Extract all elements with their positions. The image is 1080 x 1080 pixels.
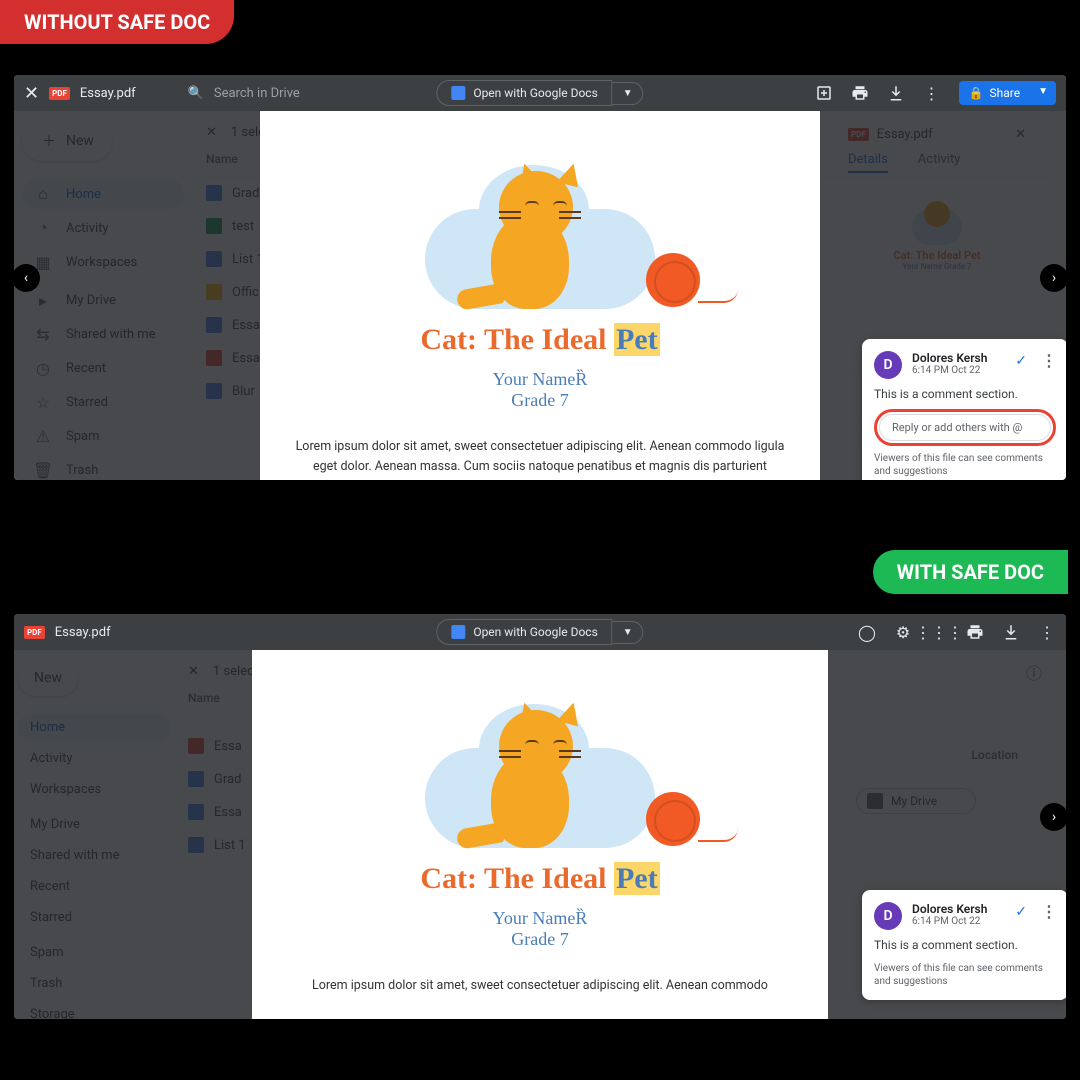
google-docs-icon bbox=[451, 86, 465, 100]
download-icon[interactable] bbox=[1002, 623, 1020, 641]
highlighted-text: Pet bbox=[614, 862, 660, 895]
preview-topbar: PDF Essay.pdf Open with Google Docs ▼ ◯ … bbox=[14, 614, 1066, 650]
preview-filename: Essay.pdf bbox=[80, 86, 136, 101]
download-icon[interactable] bbox=[887, 84, 905, 102]
more-icon[interactable]: ⋮ bbox=[923, 84, 941, 102]
reply-field-highlight: Reply or add others with @ bbox=[874, 409, 1056, 446]
document-preview: Cat: The Ideal Pet Your NameȐ Grade 7 Lo… bbox=[260, 111, 820, 480]
document-author: Your NameȐ bbox=[493, 369, 588, 390]
search-icon: 🔍 bbox=[188, 86, 204, 101]
avatar: D bbox=[874, 902, 902, 930]
screenshot-with-safedoc: New Home Activity Workspaces My Drive Sh… bbox=[14, 614, 1066, 1019]
print-icon[interactable] bbox=[851, 84, 869, 102]
open-with-button[interactable]: Open with Google Docs bbox=[436, 619, 612, 645]
comment-more-icon[interactable]: ⋮ bbox=[1041, 351, 1056, 370]
document-grade: Grade 7 bbox=[511, 929, 568, 950]
comment-timestamp: 6:14 PM Oct 22 bbox=[912, 916, 987, 927]
badge-with-safedoc: WITH SAFE DOC bbox=[873, 550, 1068, 594]
pdf-icon: PDF bbox=[24, 626, 45, 639]
next-page-button[interactable]: › bbox=[1040, 803, 1066, 831]
preview-topbar: ✕ PDF Essay.pdf 🔍 Search in Drive Open wi… bbox=[14, 75, 1066, 111]
avatar: D bbox=[874, 351, 902, 379]
comment-card: D Dolores Kersh6:14 PM Oct 22 ✓ ⋮ This is… bbox=[862, 339, 1066, 480]
open-with-label: Open with Google Docs bbox=[473, 86, 597, 100]
comment-text: This is a comment section. bbox=[874, 938, 1056, 952]
document-grade: Grade 7 bbox=[511, 390, 568, 411]
settings-icon[interactable]: ⚙ bbox=[894, 623, 912, 641]
badge-without-safedoc: WITHOUT SAFE DOC bbox=[0, 0, 234, 44]
pdf-icon: PDF bbox=[49, 87, 70, 100]
search-input[interactable]: 🔍 Search in Drive bbox=[188, 86, 300, 101]
add-to-drive-icon[interactable] bbox=[815, 84, 833, 102]
screenshot-without-safedoc: ＋New ⌂Home ◔Activity ▦Workspaces ▸My Dri… bbox=[14, 75, 1066, 480]
print-icon[interactable] bbox=[966, 623, 984, 641]
open-with-label: Open with Google Docs bbox=[473, 625, 597, 639]
share-button[interactable]: 🔒 Share bbox=[959, 81, 1031, 105]
commenter-name: Dolores Kersh bbox=[912, 902, 987, 916]
search-placeholder: Search in Drive bbox=[214, 86, 300, 101]
open-with-dropdown[interactable]: ▼ bbox=[613, 621, 644, 644]
share-dropdown[interactable]: ▼ bbox=[1030, 81, 1056, 105]
google-docs-icon bbox=[451, 625, 465, 639]
document-title: Cat: The Ideal Pet bbox=[420, 862, 659, 896]
apps-icon[interactable]: ⋮⋮⋮ bbox=[930, 623, 948, 641]
comment-text: This is a comment section. bbox=[874, 387, 1056, 401]
reply-input[interactable]: Reply or add others with @ bbox=[879, 414, 1051, 441]
share-label: Share bbox=[990, 86, 1021, 100]
comment-visibility-note: Viewers of this file can see comments an… bbox=[874, 962, 1056, 988]
document-preview: Cat: The Ideal Pet Your NameȐ Grade 7 Lo… bbox=[252, 650, 828, 1019]
open-with-dropdown[interactable]: ▼ bbox=[613, 82, 644, 105]
resolve-icon[interactable]: ✓ bbox=[1015, 904, 1027, 920]
lock-icon: 🔒 bbox=[969, 86, 984, 100]
document-body: Lorem ipsum dolor sit amet, sweet consec… bbox=[312, 976, 768, 996]
document-title: Cat: The Ideal Pet bbox=[420, 323, 659, 357]
more-icon[interactable]: ⋮ bbox=[1038, 623, 1056, 641]
comment-timestamp: 6:14 PM Oct 22 bbox=[912, 365, 987, 376]
comment-more-icon[interactable]: ⋮ bbox=[1041, 902, 1056, 921]
preview-filename: Essay.pdf bbox=[55, 625, 111, 640]
cat-illustration bbox=[420, 139, 660, 309]
cat-illustration bbox=[420, 678, 660, 848]
next-page-button[interactable]: › bbox=[1040, 264, 1066, 292]
commenter-name: Dolores Kersh bbox=[912, 351, 987, 365]
comment-visibility-note: Viewers of this file can see comments an… bbox=[874, 452, 1056, 478]
help-icon[interactable]: ◯ bbox=[858, 623, 876, 641]
document-author: Your NameȐ bbox=[493, 908, 588, 929]
resolve-icon[interactable]: ✓ bbox=[1015, 353, 1027, 369]
comment-card: D Dolores Kersh6:14 PM Oct 22 ✓ ⋮ This is… bbox=[862, 890, 1066, 1000]
highlighted-text: Pet bbox=[614, 323, 660, 356]
close-preview-icon[interactable]: ✕ bbox=[24, 83, 39, 104]
open-with-button[interactable]: Open with Google Docs bbox=[436, 80, 612, 106]
document-body: Lorem ipsum dolor sit amet, sweet consec… bbox=[292, 437, 788, 477]
